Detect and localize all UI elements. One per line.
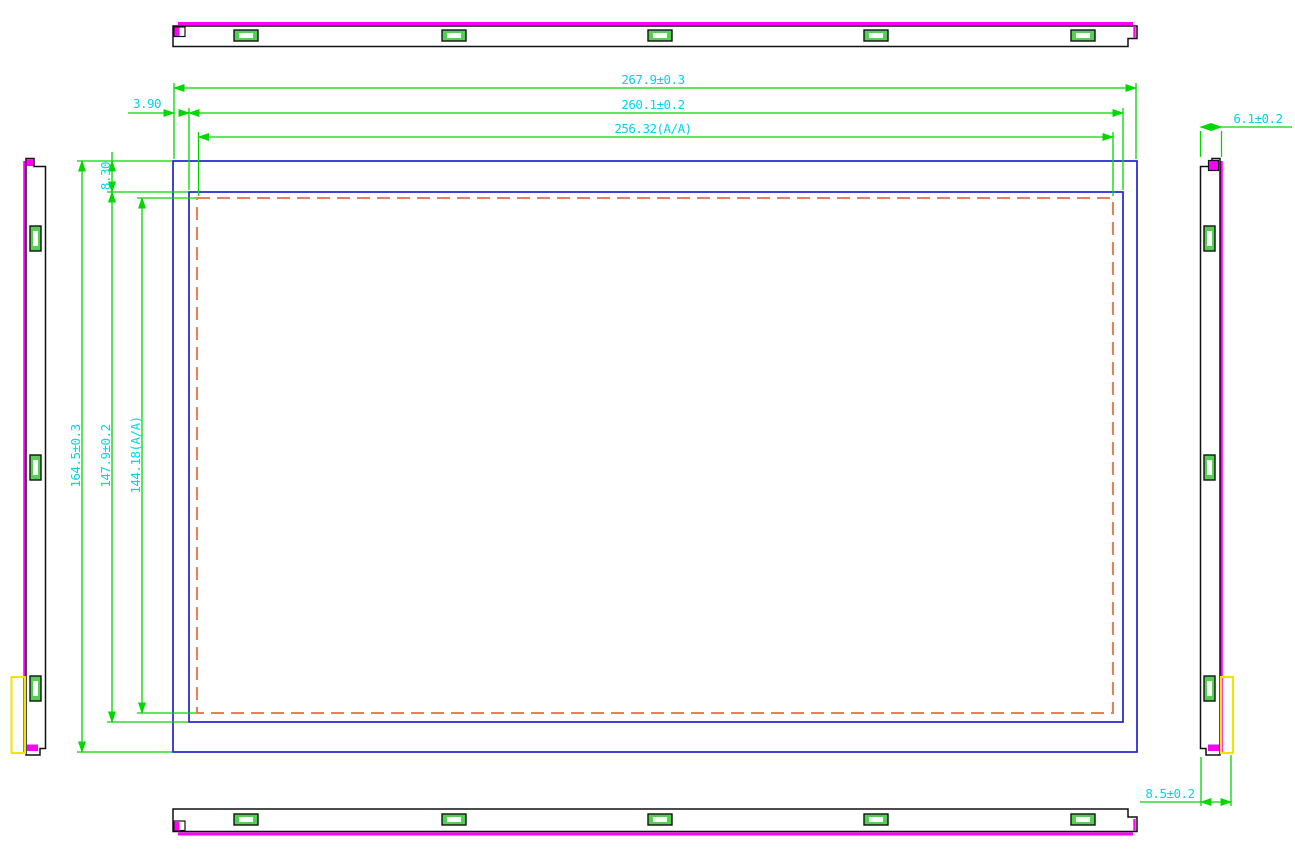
drawing-sheet: 267.9±0.3 260.1±0.2 256.32(A/A) 3.90 164… [0, 0, 1295, 855]
dim-max-thickness-label: 8.5±0.2 [1145, 786, 1194, 801]
front-view [173, 161, 1137, 752]
dim-window-height-label: 147.9±0.2 [98, 424, 113, 487]
right-side-bottom-detail [1208, 745, 1219, 752]
top-edge-view [173, 24, 1137, 47]
dim-panel-thickness-label: 6.1±0.2 [1233, 111, 1282, 126]
panel-outline-rect [173, 161, 1137, 752]
dim-outline-height-label: 164.5±0.3 [68, 424, 83, 487]
dimension-active-height: 144.18(A/A) [128, 198, 196, 713]
dimension-window-width: 260.1±0.2 [189, 97, 1123, 190]
dimension-active-width: 256.32(A/A) [199, 121, 1114, 196]
active-area-dashed-rect [197, 198, 1113, 713]
right-connector-hatch [1221, 677, 1233, 753]
top-edge-left-notch-fill [175, 28, 180, 37]
dim-vertical-offset-label: 8.30 [98, 162, 113, 190]
right-side-top-detail [1209, 161, 1219, 171]
left-side-view [12, 159, 46, 756]
left-side-bottom-detail [27, 745, 38, 752]
dimension-panel-thickness: 6.1±0.2 [1201, 111, 1293, 157]
dimension-outline-width: 267.9±0.3 [174, 72, 1136, 159]
dim-active-height-label: 144.18(A/A) [128, 416, 143, 493]
dimension-outline-height: 164.5±0.3 [68, 161, 172, 752]
dim-horizontal-offset-label: 3.90 [133, 96, 161, 111]
right-side-view [1201, 159, 1234, 756]
left-connector-hatch [12, 677, 26, 753]
dimension-window-height: 147.9±0.2 [98, 192, 188, 722]
bottom-edge-view [173, 809, 1137, 834]
bottom-edge-left-notch-fill [175, 822, 180, 831]
dimension-max-thickness: 8.5±0.2 [1140, 755, 1231, 806]
dim-active-width-label: 256.32(A/A) [614, 121, 691, 136]
dimension-vertical-offset: 8.30 [98, 152, 113, 192]
display-window-rect [189, 192, 1123, 722]
lcd-panel-outline-drawing: 267.9±0.3 260.1±0.2 256.32(A/A) 3.90 164… [0, 0, 1295, 855]
dim-outline-width-label: 267.9±0.3 [621, 72, 684, 87]
left-side-top-detail [27, 160, 34, 167]
dimension-horizontal-offset: 3.90 [128, 96, 189, 113]
dim-window-width-label: 260.1±0.2 [621, 97, 684, 112]
